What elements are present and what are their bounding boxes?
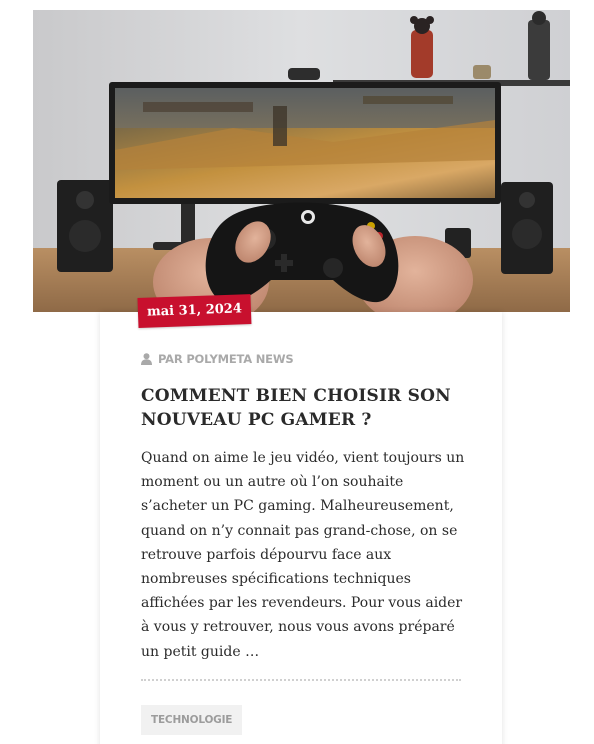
post-author-label: PAR POLYMETA NEWS bbox=[158, 352, 294, 366]
gaming-setup-photo bbox=[33, 10, 570, 312]
dotted-divider bbox=[141, 679, 461, 681]
post-date-badge[interactable]: mai 31, 2024 bbox=[137, 294, 252, 328]
post-title[interactable]: COMMENT BIEN CHOISIR SON NOUVEAU PC GAME… bbox=[141, 384, 471, 432]
post-featured-image[interactable] bbox=[33, 10, 570, 312]
post-author-meta[interactable]: PAR POLYMETA NEWS bbox=[141, 350, 294, 368]
category-tag-technologie[interactable]: TECHNOLOGIE bbox=[141, 705, 243, 735]
post-excerpt: Quand on aime le jeu vidéo, vient toujou… bbox=[141, 450, 465, 660]
user-icon bbox=[141, 353, 152, 365]
